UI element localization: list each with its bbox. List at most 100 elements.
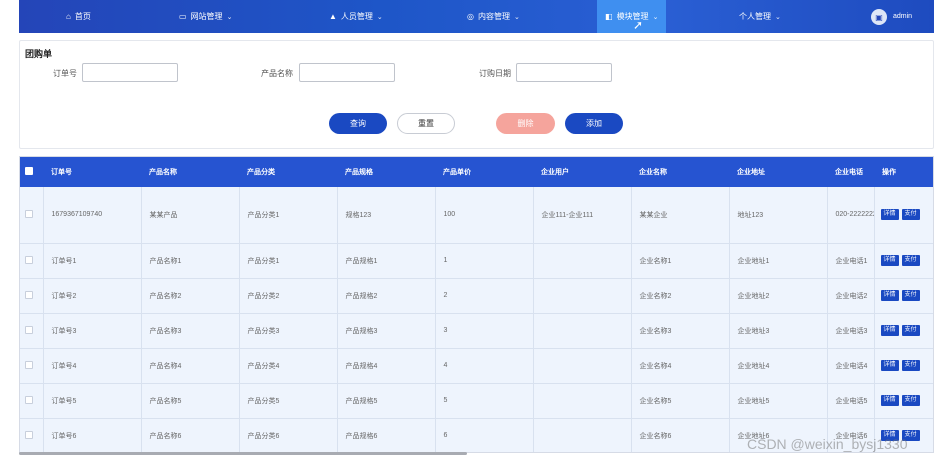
nav-item-5[interactable]: 个人管理 ⌄: [739, 0, 781, 33]
home-icon: ⌂: [66, 11, 71, 21]
pay-button[interactable]: 支付: [901, 290, 920, 301]
detail-button[interactable]: 详情: [880, 290, 899, 301]
table-cell: 企业名称6: [631, 418, 730, 452]
table-cell: 3: [435, 313, 534, 349]
table-cell: 企业电话3: [827, 313, 875, 349]
order-number-input[interactable]: [82, 63, 178, 82]
row-select-cell: [20, 383, 44, 419]
row-checkbox[interactable]: [25, 209, 33, 218]
nav-item-label: 首页: [74, 12, 91, 21]
order-date-input[interactable]: [516, 63, 612, 82]
table-cell: 企业电话1: [827, 243, 875, 279]
nav-item-label: 人员管理: [340, 12, 373, 21]
table-cell: 100: [435, 187, 534, 244]
reset-button[interactable]: 重置: [397, 113, 455, 134]
table-cell: [533, 278, 632, 314]
row-actions: 详情 支付: [874, 187, 933, 244]
nav-item-2[interactable]: ▲ 人员管理 ⌄: [329, 0, 383, 33]
chevron-down-icon: ⌄: [226, 13, 233, 21]
detail-button[interactable]: 详情: [880, 360, 899, 371]
table-cell: 订单号3: [43, 313, 142, 349]
table-cell: 企业地址2: [729, 278, 828, 314]
nav-item-3[interactable]: ◎ 内容管理 ⌄: [467, 0, 520, 33]
nav-item-0[interactable]: ⌂ 首页: [66, 0, 91, 33]
table-cell: 企业名称5: [631, 383, 730, 419]
detail-button[interactable]: 详情: [880, 209, 899, 221]
row-checkbox[interactable]: [25, 325, 33, 334]
pay-button[interactable]: 支付: [901, 395, 920, 406]
table-cell: 地址123: [729, 187, 828, 244]
nav-item-label: 内容管理: [477, 12, 510, 21]
avatar[interactable]: ▣: [871, 9, 887, 25]
table-cell: 产品分类6: [239, 418, 338, 452]
row-actions: 详情 支付: [874, 278, 933, 314]
order-date-label: 订购日期: [479, 69, 511, 78]
nav-item-1[interactable]: ▭ 网站管理 ⌄: [179, 0, 232, 33]
table-cell: 产品规格3: [337, 313, 436, 349]
watermark: CSDN @weixin_bysj1330: [747, 436, 908, 452]
row-checkbox[interactable]: [25, 290, 33, 299]
table-cell: 产品名称5: [141, 383, 240, 419]
row-select-cell: [20, 243, 44, 279]
table-header: 订单号 产品名称 产品分类 产品规格 产品单价 企业用户 企业名称 企业地址 企业电话 操作: [20, 157, 933, 187]
detail-button[interactable]: 详情: [880, 255, 899, 266]
chevron-down-icon: ⌄: [376, 13, 383, 21]
horizontal-scrollbar[interactable]: [19, 452, 467, 455]
table-cell: [533, 243, 632, 279]
table-cell: 订单号5: [43, 383, 142, 419]
table-cell: 规格123: [337, 187, 436, 244]
table-cell: 5: [435, 383, 534, 419]
nav-item-4[interactable]: ◧ 模块管理 ⌄: [597, 0, 667, 33]
table-cell: 产品名称1: [141, 243, 240, 279]
table-cell: 企业电话5: [827, 383, 875, 419]
table-cell: 6: [435, 418, 534, 452]
product-name-input[interactable]: [299, 63, 395, 82]
table-cell: 订单号2: [43, 278, 142, 314]
pay-button[interactable]: 支付: [901, 255, 920, 266]
pay-button[interactable]: 支付: [901, 325, 920, 336]
table-cell: [533, 418, 632, 452]
column-header: 企业用户: [533, 157, 631, 187]
table-cell: 某某产品: [141, 187, 240, 244]
detail-button[interactable]: 详情: [880, 395, 899, 406]
table-row: 订单号5 产品名称5 产品分类5 产品规格5 5 企业名称5 企业地址5 企业电话5 详情 支付: [20, 383, 933, 419]
user-icon: ▲: [329, 11, 337, 21]
query-button[interactable]: 查询: [329, 113, 387, 134]
table-cell: 订单号1: [43, 243, 142, 279]
nav-item-label: 网站管理: [190, 12, 223, 21]
column-header: 企业地址: [729, 157, 827, 187]
detail-button[interactable]: 详情: [880, 325, 899, 336]
table-cell: 产品名称3: [141, 313, 240, 349]
chevron-down-icon: ⌄: [652, 13, 659, 21]
column-header: 产品分类: [239, 157, 337, 187]
add-button[interactable]: 添加: [565, 113, 623, 134]
table-cell: 产品名称6: [141, 418, 240, 452]
table-cell: [533, 348, 632, 384]
pay-button[interactable]: 支付: [901, 209, 920, 221]
select-all-checkbox[interactable]: [25, 167, 33, 175]
nav-item-label: 个人管理: [739, 12, 771, 21]
monitor-icon: ▭: [179, 11, 187, 21]
row-checkbox[interactable]: [25, 360, 33, 369]
table-cell: 企业地址5: [729, 383, 828, 419]
table-cell: 4: [435, 348, 534, 384]
data-table: 订单号 产品名称 产品分类 产品规格 产品单价 企业用户 企业名称 企业地址 企业电话 操作 16…: [19, 156, 934, 453]
pay-button[interactable]: 支付: [901, 360, 920, 371]
chevron-down-icon: ⌄: [775, 13, 781, 21]
table-cell: 企业地址3: [729, 313, 828, 349]
table-cell: 产品分类2: [239, 278, 338, 314]
table-row: 订单号1 产品名称1 产品分类1 产品规格1 1 企业名称1 企业地址1 企业电话1 详情 支付: [20, 243, 933, 279]
delete-button[interactable]: 删除: [496, 113, 555, 134]
table-row: 订单号3 产品名称3 产品分类3 产品规格3 3 企业名称3 企业地址3 企业电话3 详情 支付: [20, 313, 933, 349]
user-name[interactable]: admin: [893, 0, 912, 33]
row-checkbox[interactable]: [25, 395, 33, 404]
search-panel: 团购单: [19, 40, 934, 149]
table-cell: 企业名称2: [631, 278, 730, 314]
row-checkbox[interactable]: [25, 255, 33, 264]
mouse-cursor-icon: ➚: [633, 18, 644, 32]
table-cell: 订单号6: [43, 418, 142, 452]
row-checkbox[interactable]: [25, 430, 33, 439]
row-actions: 详情 支付: [874, 313, 933, 349]
column-header: 企业电话: [827, 157, 874, 187]
table-cell: 产品名称4: [141, 348, 240, 384]
